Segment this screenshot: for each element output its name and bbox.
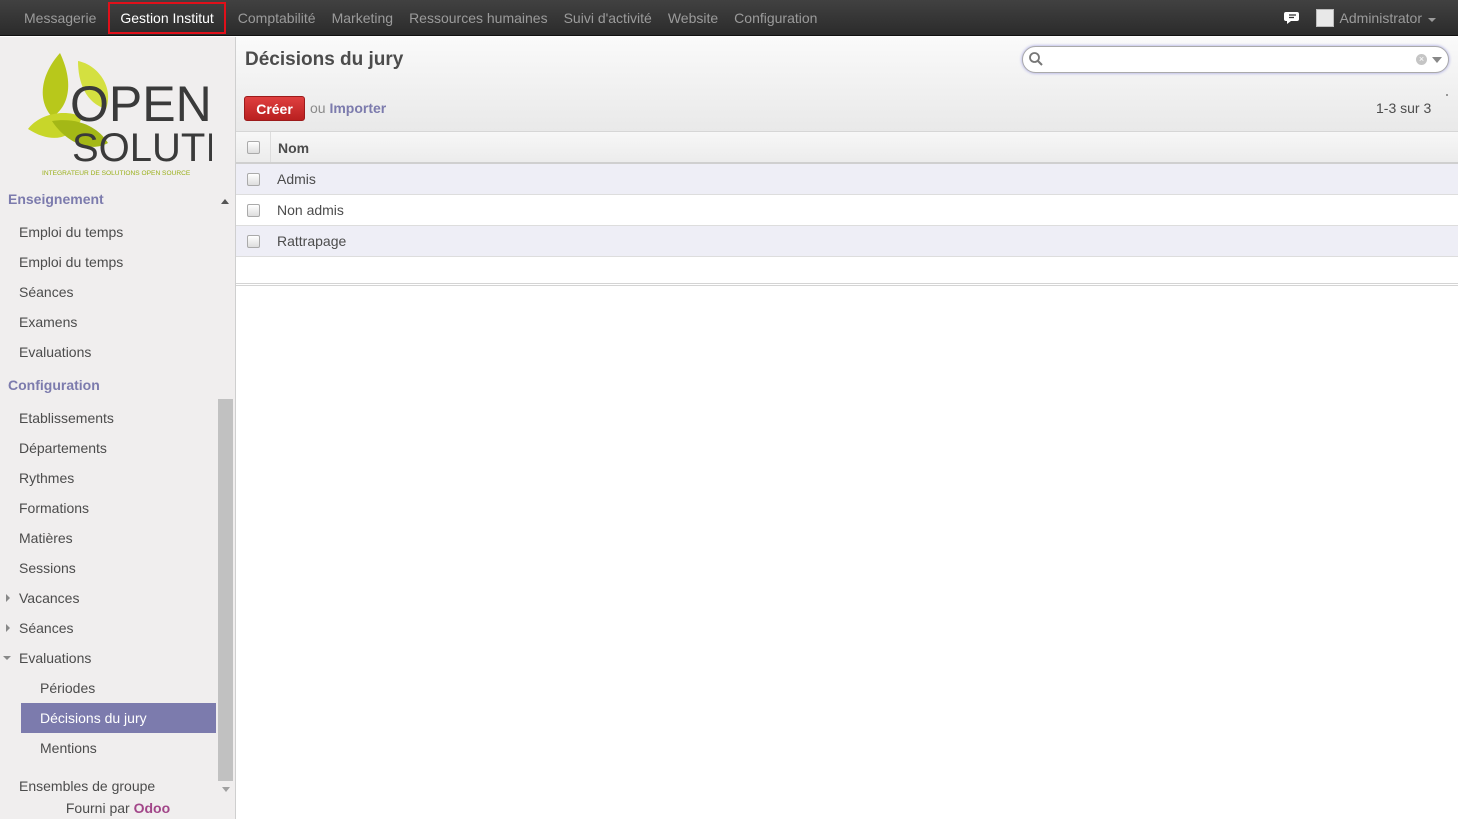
search-options-dropdown-icon[interactable] [1432,57,1442,63]
table-row[interactable]: Admis [236,164,1458,195]
sidebar-item-label: Séances [19,620,74,636]
logo-open-text: OPEN [70,76,212,132]
sidebar-item-label: Vacances [19,590,80,606]
sidebar-item-evaluations[interactable]: Evaluations [0,337,218,367]
sidebar-item-ensembles-de-groupe[interactable]: Ensembles de groupe [0,771,218,801]
column-separator [270,132,271,162]
menu-comptabilite[interactable]: Comptabilité [230,0,324,36]
table-row[interactable]: Non admis [236,195,1458,226]
row-checkbox[interactable] [247,204,260,217]
sidebar-item-decisions-du-jury[interactable]: Décisions du jury [21,703,216,733]
search-box[interactable]: × [1022,46,1449,73]
sidebar-item-seances-config[interactable]: Séances [0,613,218,643]
menu-configuration[interactable]: Configuration [726,0,825,36]
sidebar-item-emploi-du-temps[interactable]: Emploi du temps [0,217,218,247]
or-label: ou [310,100,326,116]
main-content: Décisions du jury × Créer ou Importer 1-… [236,37,1458,819]
company-logo: OPEN SOLUTIS INTEGRATEUR DE SOLUTIONS OP… [28,53,212,177]
sidebar-item-rythmes[interactable]: Rythmes [0,463,218,493]
create-button[interactable]: Créer [244,96,305,121]
column-header-nom[interactable]: Nom [278,140,309,156]
clear-icon[interactable]: × [1416,54,1427,65]
menu-suivi-activite[interactable]: Suivi d'activité [556,0,660,36]
top-right-area: Administrator [1283,0,1436,36]
sidebar-item-formations[interactable]: Formations [0,493,218,523]
odoo-link[interactable]: Odoo [134,800,171,816]
collapse-up-icon[interactable] [221,199,229,204]
menu-website[interactable]: Website [660,0,726,36]
sidebar-item-evaluations-config[interactable]: Evaluations [0,643,218,673]
sidebar-item-periodes[interactable]: Périodes [0,673,218,703]
scroll-down-icon[interactable] [222,787,230,792]
sidebar-item-etablissements[interactable]: Etablissements [0,403,218,433]
expand-arrow-icon [6,624,10,632]
row-name: Admis [277,171,316,187]
avatar [1315,9,1334,27]
search-input[interactable] [1049,50,1409,69]
menu-ressources-humaines[interactable]: Ressources humaines [401,0,556,36]
list-view: Nom Admis Non admis Rattrapage [236,132,1458,286]
chat-icon[interactable] [1283,9,1302,27]
view-header: Décisions du jury × Créer ou Importer 1-… [236,37,1458,132]
pager-dot [1446,94,1448,96]
top-navbar: Messagerie Gestion Institut Comptabilité… [0,0,1458,36]
or-import: ou Importer [310,100,386,116]
sidebar-item-mentions[interactable]: Mentions [0,733,218,763]
main-menu: Messagerie Gestion Institut Comptabilité… [16,0,825,36]
sidebar-item-seances[interactable]: Séances [0,277,218,307]
sidebar-menu: Enseignement Emploi du temps Emploi du t… [0,187,218,801]
select-all-checkbox[interactable] [247,141,260,154]
chevron-down-icon [1428,17,1436,22]
import-link[interactable]: Importer [329,100,386,116]
user-menu[interactable]: Administrator [1315,9,1436,27]
menu-marketing[interactable]: Marketing [324,0,401,36]
sidebar-scrollbar[interactable] [218,399,233,781]
menu-messagerie[interactable]: Messagerie [16,0,104,36]
table-row[interactable]: Rattrapage [236,226,1458,257]
sidebar-item-departements[interactable]: Départements [0,433,218,463]
page-title: Décisions du jury [245,49,404,70]
row-name: Non admis [277,202,344,218]
sidebar: OPEN SOLUTIS INTEGRATEUR DE SOLUTIONS OP… [0,37,236,819]
sidebar-item-matieres[interactable]: Matières [0,523,218,553]
sidebar-item-sessions[interactable]: Sessions [0,553,218,583]
powered-by: Fourni par Odoo [0,800,236,816]
row-checkbox[interactable] [247,173,260,186]
list-footer [236,257,1458,286]
table-header-row: Nom [236,132,1458,164]
powered-prefix: Fourni par [65,800,130,816]
pager-value[interactable]: 1-3 sur 3 [1376,100,1431,116]
expand-arrow-icon [6,594,10,602]
section-enseignement[interactable]: Enseignement [0,187,218,217]
logo-tagline: INTEGRATEUR DE SOLUTIONS OPEN SOURCE [42,170,191,177]
section-configuration[interactable]: Configuration [0,373,218,403]
search-icon [1029,52,1043,66]
menu-gestion-institut[interactable]: Gestion Institut [108,2,226,34]
row-name: Rattrapage [277,233,347,249]
sidebar-item-examens[interactable]: Examens [0,307,218,337]
user-name: Administrator [1339,10,1422,26]
logo-solutis-text: SOLUTIS [72,126,212,170]
sidebar-item-label: Evaluations [19,650,92,666]
sidebar-item-vacances[interactable]: Vacances [0,583,218,613]
row-checkbox[interactable] [247,235,260,248]
collapse-arrow-icon [3,656,11,660]
sidebar-item-emploi-du-temps-2[interactable]: Emploi du temps [0,247,218,277]
